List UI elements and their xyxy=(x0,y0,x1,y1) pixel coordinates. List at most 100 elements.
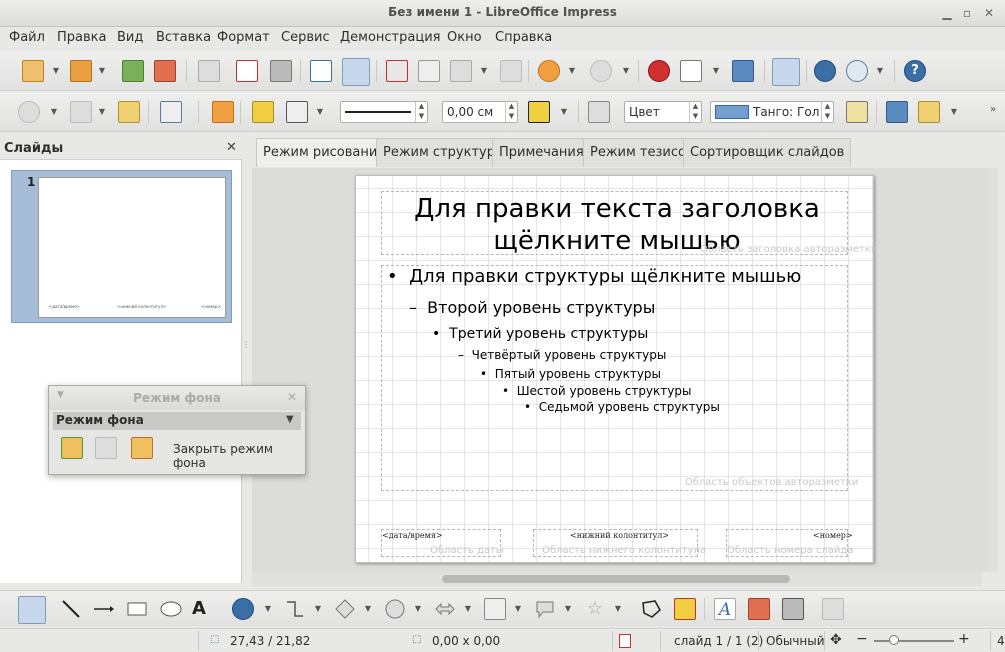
zoom-icon[interactable] xyxy=(846,60,868,82)
close-icon[interactable]: ✕ xyxy=(226,140,237,155)
zoom-slider-track[interactable] xyxy=(874,640,954,642)
line-style-spin[interactable]: ▲ ▼ xyxy=(415,102,427,122)
menu-edit[interactable]: Правка xyxy=(57,30,106,45)
export-pdf-icon[interactable] xyxy=(236,60,258,82)
insert-image-icon[interactable] xyxy=(748,598,770,620)
horizontal-scrollbar[interactable] xyxy=(252,572,982,586)
menu-insert[interactable]: Вставка xyxy=(156,30,211,45)
open-dropdown-arrow[interactable]: ▼ xyxy=(98,60,106,82)
rename-master-icon[interactable] xyxy=(131,437,153,459)
spellcheck-icon[interactable] xyxy=(310,60,332,82)
footer-placeholder[interactable]: <нижний колонтитул> Область нижнего коло… xyxy=(533,529,706,557)
pane-splitter-handle[interactable]: ⋮ xyxy=(242,340,250,360)
navigator-icon[interactable] xyxy=(814,60,836,82)
line-color-icon[interactable] xyxy=(528,101,550,123)
copy-icon[interactable] xyxy=(418,60,440,82)
chart-icon[interactable] xyxy=(648,60,670,82)
tab-drawing-view[interactable]: Режим рисования xyxy=(256,138,393,167)
slide-thumbnail[interactable]: <дата/время> <нижний колонтитул> <номер> xyxy=(38,177,226,318)
undo-dropdown-arrow[interactable]: ▼ xyxy=(568,60,576,82)
menu-window[interactable]: Окно xyxy=(447,30,482,45)
slide-thumbnail-selected[interactable]: 1 <дата/время> <нижний колонтитул> <номе… xyxy=(11,170,232,323)
minimize-button[interactable]: ▁ xyxy=(938,4,956,22)
area-fill-spin[interactable]: ▲ ▼ xyxy=(821,102,833,122)
new-dropdown-arrow[interactable]: ▼ xyxy=(52,60,60,82)
animation-icon[interactable] xyxy=(18,101,40,123)
menu-format[interactable]: Формат xyxy=(217,30,270,45)
slideshow-icon[interactable] xyxy=(160,101,182,123)
redo-icon[interactable] xyxy=(590,60,612,82)
toggle-extrusion-icon[interactable] xyxy=(822,598,844,620)
new-master-icon[interactable] xyxy=(61,437,83,459)
help-icon[interactable]: ? xyxy=(904,60,926,82)
image-icon[interactable] xyxy=(732,60,754,82)
curve-dropdown-arrow[interactable]: ▼ xyxy=(264,598,272,620)
print-icon[interactable] xyxy=(270,60,292,82)
block-arrows-dropdown-arrow[interactable]: ▼ xyxy=(464,598,472,620)
layout-dropdown-arrow[interactable]: ▼ xyxy=(98,101,106,123)
toolbar-overflow-icon[interactable]: » xyxy=(990,104,996,115)
grid-icon[interactable] xyxy=(772,58,800,86)
connector-dropdown-arrow[interactable]: ▼ xyxy=(314,598,322,620)
fontwork-icon[interactable]: A xyxy=(714,598,736,620)
paste-dropdown-arrow[interactable]: ▼ xyxy=(480,60,488,82)
master-view-titlebar[interactable]: ▼ Режим фона ✕ xyxy=(49,386,305,410)
menu-slideshow[interactable]: Демонстрация xyxy=(340,30,440,45)
master-slide-canvas[interactable]: Для правки текста заголовка щёлкните мыш… xyxy=(355,175,877,563)
flowchart-dropdown-arrow[interactable]: ▼ xyxy=(514,598,522,620)
callouts-icon[interactable] xyxy=(534,598,556,620)
animation-dropdown-arrow[interactable]: ▼ xyxy=(50,101,58,123)
line-width-field[interactable]: 0,00 см ▲ ▼ xyxy=(442,101,518,123)
delete-master-icon[interactable] xyxy=(95,437,117,459)
callouts-dropdown-arrow[interactable]: ▼ xyxy=(564,598,572,620)
curve-icon[interactable] xyxy=(232,598,254,620)
rectangle-icon[interactable] xyxy=(126,598,148,620)
date-placeholder[interactable]: <дата/время> Область даты xyxy=(381,529,504,557)
menu-view[interactable]: Вид xyxy=(117,30,143,45)
arrow-line-icon[interactable] xyxy=(92,598,114,620)
line-style-icon[interactable] xyxy=(252,101,274,123)
tab-slide-sorter[interactable]: Сортировщик слайдов xyxy=(683,138,852,167)
fit-slide-icon[interactable]: ✥ xyxy=(830,632,842,648)
layout-icon[interactable] xyxy=(70,101,92,123)
arrow-style-dropdown-arrow[interactable]: ▼ xyxy=(316,101,324,123)
shadow-icon[interactable] xyxy=(846,101,868,123)
menu-tools[interactable]: Сервис xyxy=(281,30,330,45)
area-fill-icon[interactable] xyxy=(588,101,610,123)
outline-placeholder[interactable]: • Для правки структуры щёлкните мышью – … xyxy=(381,265,858,491)
arrange-icon[interactable] xyxy=(782,598,804,620)
basic-shapes-icon[interactable] xyxy=(334,598,356,620)
export-icon[interactable] xyxy=(154,60,176,82)
glue-points-icon[interactable] xyxy=(674,598,696,620)
master-slide-icon[interactable] xyxy=(212,101,234,123)
line-icon[interactable] xyxy=(60,598,82,620)
table-dropdown-arrow[interactable]: ▼ xyxy=(712,60,720,82)
flowchart-icon[interactable] xyxy=(484,598,506,620)
line-style-select[interactable]: ▲ ▼ xyxy=(340,101,428,123)
table-icon[interactable] xyxy=(680,60,702,82)
rotate-icon[interactable] xyxy=(886,101,908,123)
text-icon[interactable]: A xyxy=(192,598,214,620)
align-dropdown-arrow[interactable]: ▼ xyxy=(950,101,958,123)
menu-help[interactable]: Справка xyxy=(495,30,552,45)
area-style-select[interactable]: Цвет ▲ ▼ xyxy=(624,101,702,123)
close-window-button[interactable]: ✕ xyxy=(980,4,998,22)
redo-dropdown-arrow[interactable]: ▼ xyxy=(622,60,630,82)
paste-icon[interactable] xyxy=(450,60,472,82)
clone-formatting-icon[interactable] xyxy=(500,60,522,82)
basic-shapes-dropdown-arrow[interactable]: ▼ xyxy=(364,598,372,620)
zoom-slider-knob[interactable] xyxy=(889,635,899,645)
symbol-shapes-icon[interactable] xyxy=(384,598,406,620)
stars-dropdown-arrow[interactable]: ▼ xyxy=(614,598,622,620)
number-placeholder[interactable]: <номер> Область номера слайда xyxy=(726,529,854,557)
horizontal-scrollbar-thumb[interactable] xyxy=(442,575,790,583)
auto-spellcheck-icon[interactable] xyxy=(342,58,370,86)
document-modified-icon[interactable] xyxy=(619,634,631,648)
symbol-shapes-dropdown-arrow[interactable]: ▼ xyxy=(414,598,422,620)
vertical-scrollbar[interactable] xyxy=(988,168,998,572)
style-icon[interactable] xyxy=(118,101,140,123)
title-placeholder[interactable]: Для правки текста заголовка щёлкните мыш… xyxy=(381,191,877,256)
line-color-dropdown-arrow[interactable]: ▼ xyxy=(560,101,568,123)
line-width-spin[interactable]: ▲ ▼ xyxy=(505,102,517,122)
zoom-in-button[interactable]: + xyxy=(958,631,970,647)
